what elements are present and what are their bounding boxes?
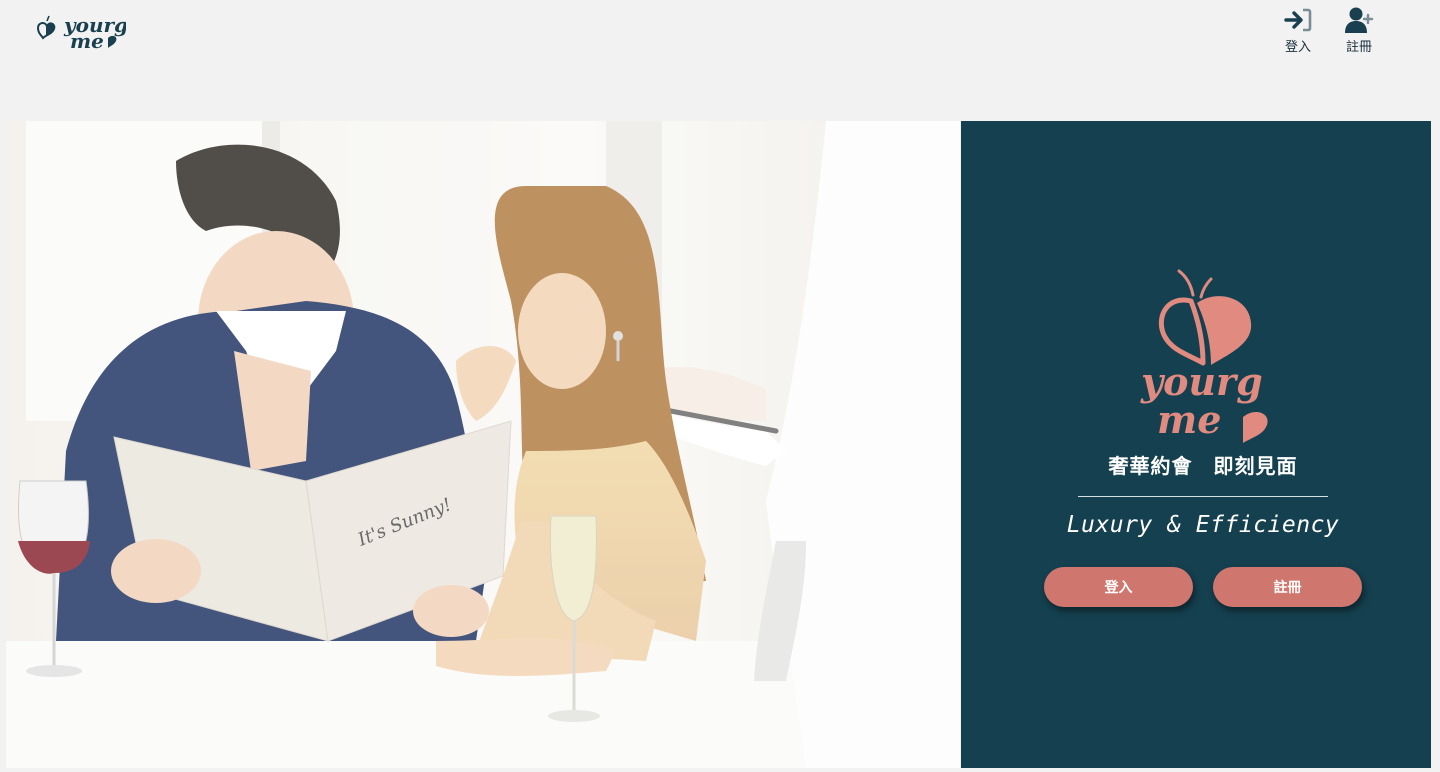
tagline-divider bbox=[1078, 496, 1328, 497]
header-register-link[interactable]: 註冊 bbox=[1335, 6, 1383, 58]
yourgme-heart-logo: yourg me bbox=[1140, 269, 1268, 443]
site-header: yourg me 登入 註冊 bbox=[0, 0, 1440, 121]
sign-in-icon bbox=[1284, 8, 1312, 32]
header-register-label: 註冊 bbox=[1345, 40, 1372, 55]
login-button[interactable]: 登入 bbox=[1044, 567, 1193, 607]
hero-photo: It's Sunny! bbox=[6, 121, 960, 768]
user-plus-icon bbox=[1345, 7, 1374, 33]
hero-panel: yourg me 奢華約會 即刻見面 Luxury & Efficiency 登… bbox=[961, 121, 1431, 768]
header-login-link[interactable]: 登入 bbox=[1274, 6, 1322, 58]
svg-text:me: me bbox=[70, 29, 104, 52]
tagline-chinese: 奢華約會 即刻見面 bbox=[1108, 454, 1298, 478]
logo-mark: yourg me bbox=[36, 13, 128, 53]
svg-text:me: me bbox=[1157, 397, 1221, 442]
site-logo[interactable]: yourg me bbox=[34, 8, 128, 53]
brand-logo: yourg me bbox=[1131, 267, 1281, 447]
header-login-label: 登入 bbox=[1284, 40, 1311, 55]
tagline-english: Luxury & Efficiency bbox=[1066, 512, 1340, 538]
couple-dining-illustration: It's Sunny! bbox=[6, 121, 960, 768]
register-button[interactable]: 註冊 bbox=[1213, 567, 1362, 607]
